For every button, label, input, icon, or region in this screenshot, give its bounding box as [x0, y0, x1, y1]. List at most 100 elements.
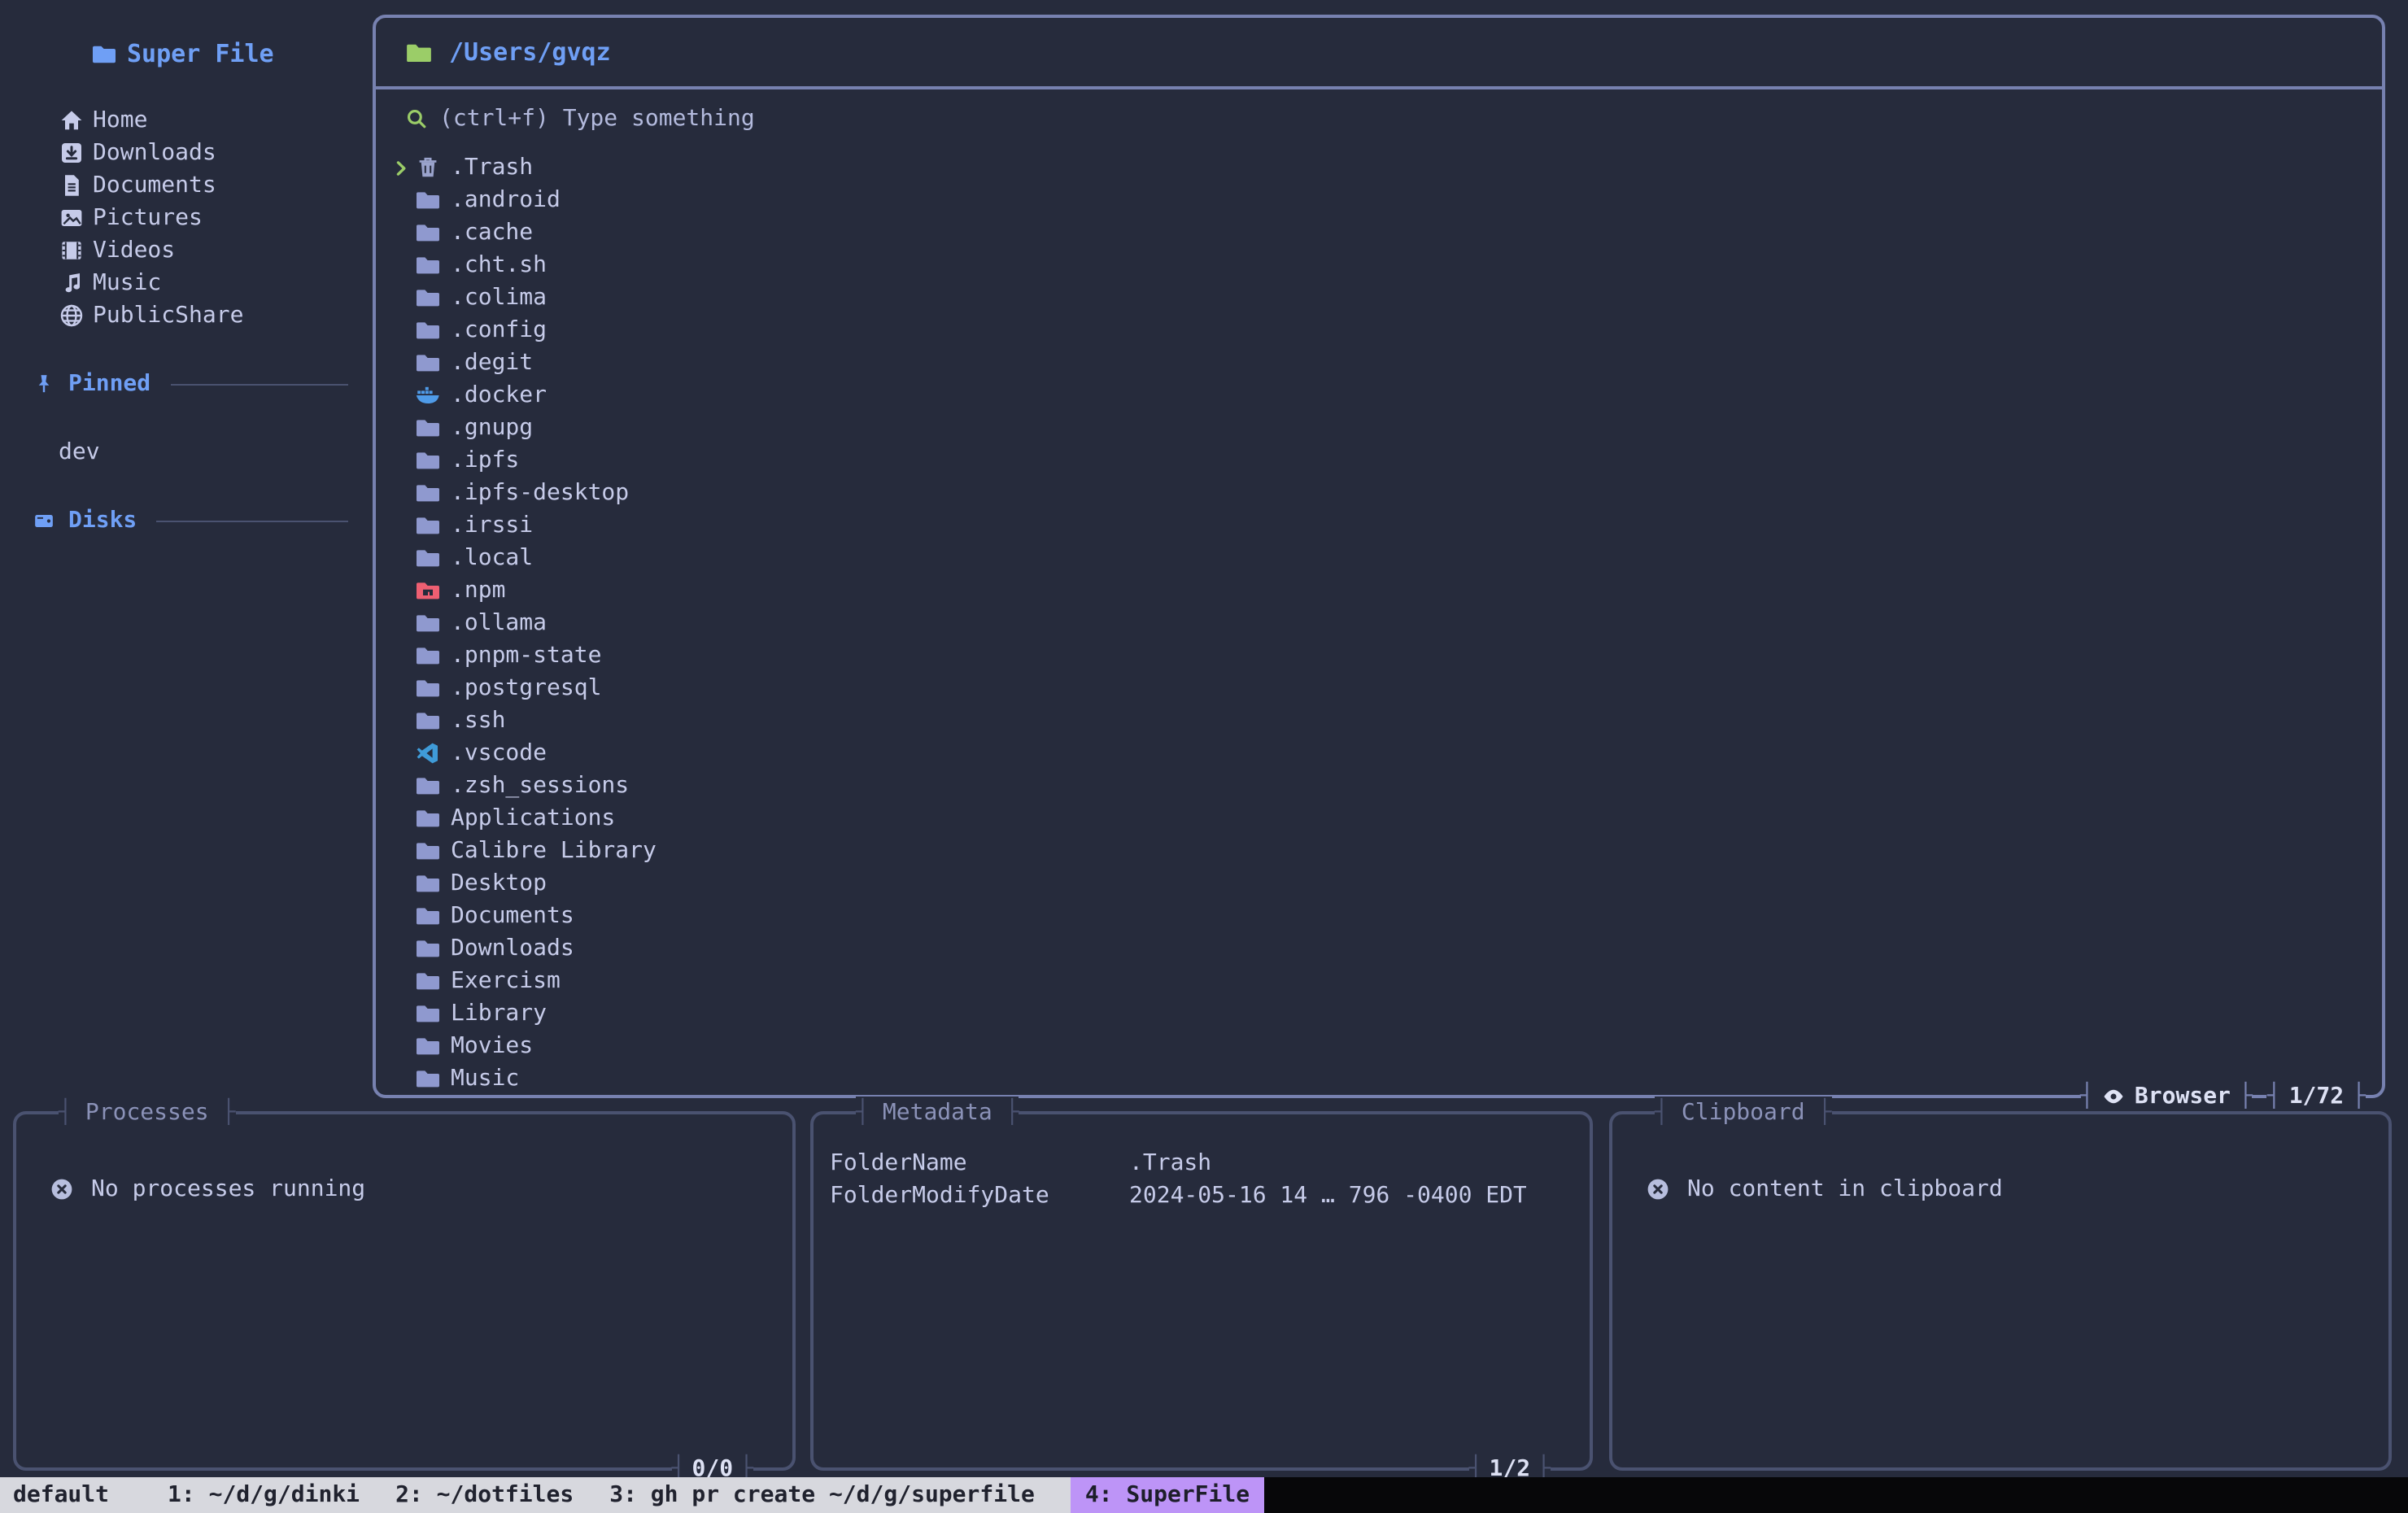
file-row[interactable]: .pnpm-state — [376, 639, 2382, 672]
metadata-value: 2024-05-16 14 … 796 -0400 EDT — [1129, 1183, 1527, 1209]
sidebar-item-documents[interactable]: Documents — [16, 169, 361, 202]
sidebar-item-videos[interactable]: Videos — [16, 234, 361, 267]
cursor-arrow — [386, 708, 415, 734]
file-name: .vscode — [451, 740, 547, 766]
file-position-counter: 1/72 — [2281, 1080, 2352, 1113]
cursor-arrow — [386, 838, 415, 864]
path-bar: /Users/gvqz — [376, 18, 2382, 89]
documents-icon — [59, 172, 85, 198]
file-row[interactable]: Desktop — [376, 867, 2382, 900]
eye-icon — [2102, 1085, 2125, 1108]
sidebar-nav: Home Downloads Documents Pictures VideosMusi… — [16, 104, 361, 332]
folder-icon — [415, 838, 441, 864]
tmux-window-2[interactable]: 2: ~/dotfiles — [395, 1477, 574, 1513]
file-name: .irssi — [451, 512, 533, 538]
docker-icon — [415, 382, 441, 408]
file-row[interactable]: .ollama — [376, 607, 2382, 639]
sidebar-item-label: PublicShare — [93, 303, 243, 329]
file-row[interactable]: .irssi — [376, 509, 2382, 542]
file-row[interactable]: .ipfs — [376, 444, 2382, 477]
sidebar-item-label: Home — [93, 107, 147, 133]
cursor-arrow — [386, 285, 415, 311]
tmux-window-4[interactable]: 4: SuperFile — [1071, 1477, 1264, 1513]
cursor-arrow — [386, 903, 415, 929]
sidebar-item-pictures[interactable]: Pictures — [16, 202, 361, 234]
metadata-panel-title: ┤ Metadata ├ — [856, 1097, 1019, 1129]
file-row[interactable]: .android — [376, 184, 2382, 216]
music-icon — [59, 270, 85, 296]
file-name: .npm — [451, 578, 505, 604]
cursor-arrow — [386, 1066, 415, 1092]
file-name: Exercism — [451, 968, 561, 994]
file-row[interactable]: .vscode — [376, 737, 2382, 770]
folder-icon — [415, 773, 441, 799]
file-name: Movies — [451, 1033, 533, 1059]
border-tick: ┤ — [2267, 1080, 2281, 1113]
sidebar-item-home[interactable]: Home — [16, 104, 361, 137]
file-row[interactable]: Downloads — [376, 932, 2382, 965]
sidebar-item-music[interactable]: Music — [16, 267, 361, 299]
file-row[interactable]: .Trash — [376, 151, 2382, 184]
file-name: .android — [451, 187, 561, 213]
file-row[interactable]: .config — [376, 314, 2382, 347]
app-title: Super File — [16, 13, 361, 68]
file-row[interactable]: Movies — [376, 1030, 2382, 1062]
sidebar-item-label: Pictures — [93, 205, 203, 231]
file-row[interactable]: Documents — [376, 900, 2382, 932]
file-row[interactable]: Library — [376, 997, 2382, 1030]
cursor-arrow — [386, 578, 415, 604]
file-row[interactable]: .colima — [376, 281, 2382, 314]
globe-icon — [59, 303, 85, 329]
cursor-arrow — [386, 1033, 415, 1059]
file-row[interactable]: .zsh_sessions — [376, 770, 2382, 802]
folder-icon — [415, 1033, 441, 1059]
cursor-arrow — [386, 480, 415, 506]
disks-section-header: Disks — [16, 504, 361, 537]
sidebar-item-downloads[interactable]: Downloads — [16, 137, 361, 169]
file-row[interactable]: .cache — [376, 216, 2382, 249]
panel-mode-label: Browser — [2135, 1080, 2231, 1113]
file-row[interactable]: .npm — [376, 574, 2382, 607]
cursor-arrow — [386, 415, 415, 441]
file-row[interactable]: Applications — [376, 802, 2382, 835]
tmux-window-1[interactable]: 1: ~/d/g/dinki — [168, 1477, 360, 1513]
file-row[interactable]: .docker — [376, 379, 2382, 412]
section-divider — [156, 520, 348, 521]
folder-icon — [415, 252, 441, 278]
folder-icon — [415, 480, 441, 506]
downloads-icon — [59, 140, 85, 166]
folder-icon — [415, 708, 441, 734]
border-tick: ├ — [2239, 1080, 2253, 1113]
file-row[interactable]: .postgresql — [376, 672, 2382, 704]
npm-folder-icon — [415, 578, 441, 604]
file-row[interactable]: .ssh — [376, 704, 2382, 737]
file-row[interactable]: .ipfs-desktop — [376, 477, 2382, 509]
file-name: .gnupg — [451, 415, 533, 441]
metadata-value: .Trash — [1129, 1150, 1211, 1176]
cursor-arrow — [386, 870, 415, 896]
home-icon — [59, 107, 85, 133]
file-row[interactable]: .degit — [376, 347, 2382, 379]
folder-icon — [415, 220, 441, 246]
folder-icon — [415, 643, 441, 669]
file-row[interactable]: .cht.sh — [376, 249, 2382, 281]
sidebar: Super File Home Downloads Documents Picture… — [16, 13, 361, 537]
file-row[interactable]: Calibre Library — [376, 835, 2382, 867]
file-row[interactable]: Exercism — [376, 965, 2382, 997]
file-row[interactable]: .gnupg — [376, 412, 2382, 444]
sidebar-item-label: Downloads — [93, 140, 216, 166]
tmux-window-3[interactable]: 3: gh pr create ~/d/g/superfile — [609, 1477, 1035, 1513]
folder-icon — [415, 610, 441, 636]
tmux-window-list: default 1: ~/d/g/dinki2: ~/dotfiles3: gh… — [0, 1477, 1264, 1513]
file-name: Music — [451, 1066, 519, 1092]
border-tick: ┤ — [1655, 1097, 1669, 1129]
file-name: .ipfs-desktop — [451, 480, 629, 506]
pinned-item-dev[interactable]: dev — [16, 436, 361, 469]
sidebar-item-publicshare[interactable]: PublicShare — [16, 299, 361, 332]
folder-icon — [415, 903, 441, 929]
metadata-panel: ┤ Metadata ├ FolderName.TrashFolderModif… — [810, 1111, 1593, 1471]
search-icon — [405, 107, 428, 130]
search-bar[interactable]: (ctrl+f) Type something — [376, 102, 2382, 135]
folder-icon — [415, 1066, 441, 1092]
file-row[interactable]: .local — [376, 542, 2382, 574]
